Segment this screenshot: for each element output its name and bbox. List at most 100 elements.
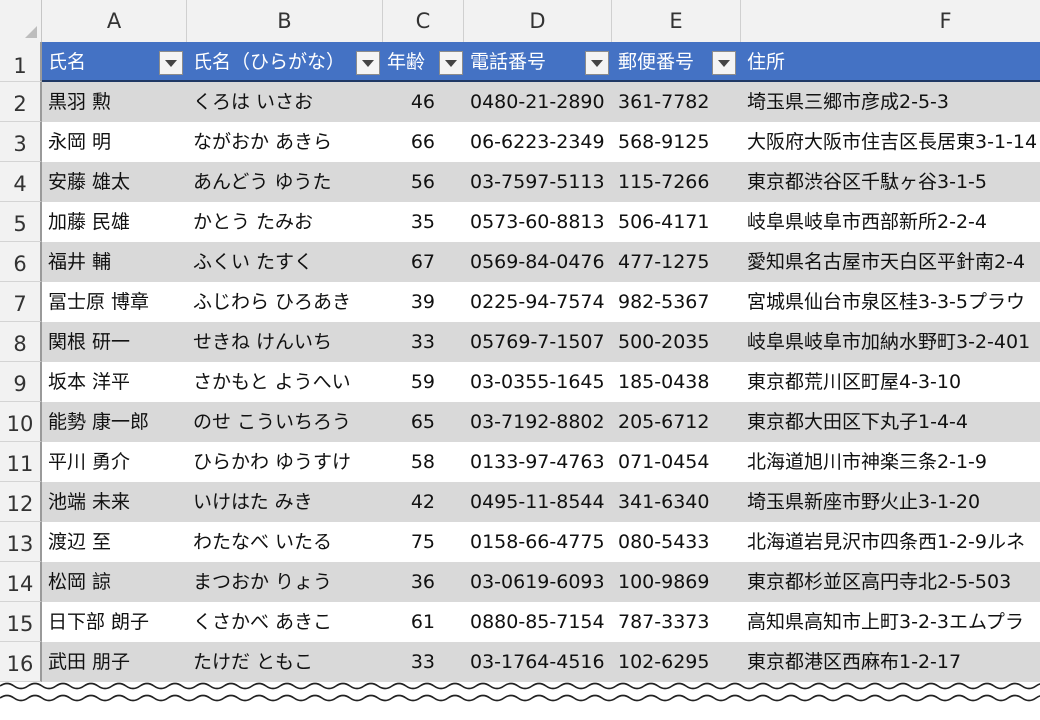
cell-postal[interactable]: 787-3373 (618, 602, 709, 642)
cell-address[interactable]: 埼玉県新座市野火止3-1-20 (747, 482, 980, 522)
cell-address[interactable]: 岐阜県岐阜市西部新所2-2-4 (747, 202, 987, 242)
cell-postal[interactable]: 080-5433 (618, 522, 709, 562)
cell-age[interactable]: 39 (387, 282, 435, 322)
cell-name[interactable]: 平川 勇介 (48, 442, 130, 482)
row-header[interactable]: 14 (0, 562, 42, 602)
cell-kana[interactable]: せきね けんいち (193, 322, 332, 362)
cell-kana[interactable]: あんどう ゆうた (193, 162, 331, 202)
cell-kana[interactable]: かとう たみお (193, 202, 313, 242)
cell-kana[interactable]: くさかべ あきこ (193, 602, 332, 642)
cell-phone[interactable]: 03-0355-1645 (470, 362, 605, 402)
cell-postal[interactable]: 115-7266 (618, 162, 709, 202)
filter-dropdown-age[interactable] (439, 51, 463, 75)
cell-address[interactable]: 北海道旭川市神楽三条2-1-9 (747, 442, 987, 482)
cell-kana[interactable]: さかもと ようへい (193, 362, 351, 402)
cell-age[interactable]: 65 (387, 402, 435, 442)
cell-name[interactable]: 坂本 洋平 (48, 362, 130, 402)
cell-age[interactable]: 58 (387, 442, 435, 482)
cell-address[interactable]: 東京都渋谷区千駄ヶ谷3-1-5 (747, 162, 987, 202)
row-header[interactable]: 15 (0, 602, 42, 642)
cell-postal[interactable]: 982-5367 (618, 282, 709, 322)
row-header[interactable]: 9 (0, 362, 42, 402)
cell-phone[interactable]: 0569-84-0476 (470, 242, 605, 282)
column-header-d[interactable]: D (464, 0, 612, 42)
cell-address[interactable]: 岐阜県岐阜市加納水野町3-2-401 (747, 322, 1030, 362)
cell-address[interactable]: 大阪府大阪市住吉区長居東3-1-14 (747, 122, 1037, 162)
cell-kana[interactable]: ながおか あきら (193, 122, 332, 162)
filter-dropdown-phone[interactable] (585, 51, 609, 75)
cell-age[interactable]: 59 (387, 362, 435, 402)
cell-address[interactable]: 東京都杉並区高円寺北2-5-503 (747, 562, 1011, 602)
cell-age[interactable]: 66 (387, 122, 435, 162)
cell-address[interactable]: 高知県高知市上町3-2-3エムプラ (747, 602, 1024, 642)
cell-name[interactable]: 加藤 民雄 (48, 202, 130, 242)
cell-phone[interactable]: 0480-21-2890 (470, 82, 605, 122)
cell-postal[interactable]: 205-6712 (618, 402, 709, 442)
row-header[interactable]: 4 (0, 162, 42, 202)
select-all-corner[interactable] (0, 0, 42, 42)
cell-kana[interactable]: ひらかわ ゆうすけ (193, 442, 351, 482)
cell-name[interactable]: 日下部 朗子 (48, 602, 149, 642)
cell-kana[interactable]: まつおか りょう (193, 562, 332, 602)
filter-dropdown-postal[interactable] (712, 51, 736, 75)
row-header[interactable]: 8 (0, 322, 42, 362)
row-header[interactable]: 2 (0, 82, 42, 122)
cell-age[interactable]: 46 (387, 82, 435, 122)
cell-name[interactable]: 永岡 明 (48, 122, 111, 162)
cell-name[interactable]: 渡辺 至 (48, 522, 111, 562)
cell-name[interactable]: 能勢 康一郎 (48, 402, 149, 442)
cell-postal[interactable]: 100-9869 (618, 562, 709, 602)
cell-postal[interactable]: 500-2035 (618, 322, 709, 362)
cell-address[interactable]: 愛知県名古屋市天白区平針南2-4 (747, 242, 1025, 282)
cell-phone[interactable]: 05769-7-1507 (470, 322, 605, 362)
cell-name[interactable]: 松岡 諒 (48, 562, 111, 602)
row-header[interactable]: 12 (0, 482, 42, 522)
cell-name[interactable]: 安藤 雄太 (48, 162, 130, 202)
cell-postal[interactable]: 568-9125 (618, 122, 709, 162)
cell-address[interactable]: 北海道岩見沢市四条西1-2-9ルネ (747, 522, 1025, 562)
cell-age[interactable]: 36 (387, 562, 435, 602)
cell-phone[interactable]: 03-0619-6093 (470, 562, 605, 602)
row-header[interactable]: 11 (0, 442, 42, 482)
cell-phone[interactable]: 0225-94-7574 (470, 282, 605, 322)
cell-age[interactable]: 33 (387, 322, 435, 362)
cell-kana[interactable]: ふじわら ひろあき (193, 282, 351, 322)
cell-kana[interactable]: わたなべ いたる (193, 522, 332, 562)
cell-name[interactable]: 福井 輔 (48, 242, 111, 282)
cell-kana[interactable]: くろは いさお (193, 82, 313, 122)
cell-name[interactable]: 関根 研一 (48, 322, 130, 362)
cell-kana[interactable]: のせ こういちろう (193, 402, 351, 442)
filter-dropdown-kana[interactable] (356, 51, 380, 75)
cell-kana[interactable]: ふくい たすく (193, 242, 313, 282)
cell-postal[interactable]: 506-4171 (618, 202, 709, 242)
column-header-b[interactable]: B (187, 0, 383, 42)
row-header[interactable]: 13 (0, 522, 42, 562)
column-header-a[interactable]: A (42, 0, 187, 42)
cell-phone[interactable]: 06-6223-2349 (470, 122, 605, 162)
cell-phone[interactable]: 0133-97-4763 (470, 442, 605, 482)
cell-kana[interactable]: いけはた みき (193, 482, 313, 522)
cell-address[interactable]: 埼玉県三郷市彦成2-5-3 (747, 82, 949, 122)
cell-postal[interactable]: 185-0438 (618, 362, 709, 402)
cell-name[interactable]: 池端 未来 (48, 482, 130, 522)
column-header-f[interactable]: F (741, 0, 1040, 42)
cell-address[interactable]: 東京都荒川区町屋4-3-10 (747, 362, 961, 402)
cell-address[interactable]: 東京都大田区下丸子1-4-4 (747, 402, 968, 442)
cell-age[interactable]: 42 (387, 482, 435, 522)
cell-postal[interactable]: 477-1275 (618, 242, 709, 282)
cell-age[interactable]: 61 (387, 602, 435, 642)
cell-phone[interactable]: 0495-11-8544 (470, 482, 605, 522)
cell-phone[interactable]: 03-7192-8802 (470, 402, 605, 442)
cell-phone[interactable]: 0158-66-4775 (470, 522, 605, 562)
cell-postal[interactable]: 341-6340 (618, 482, 709, 522)
cell-age[interactable]: 35 (387, 202, 435, 242)
cell-age[interactable]: 67 (387, 242, 435, 282)
cell-address[interactable]: 宮城県仙台市泉区桂3-3-5プラウ (747, 282, 1025, 322)
column-header-c[interactable]: C (383, 0, 464, 42)
row-header[interactable]: 10 (0, 402, 42, 442)
cell-name[interactable]: 黒羽 勲 (48, 82, 111, 122)
cell-name[interactable]: 冨士原 博章 (48, 282, 149, 322)
cell-phone[interactable]: 03-7597-5113 (470, 162, 605, 202)
filter-dropdown-name[interactable] (159, 51, 183, 75)
cell-age[interactable]: 75 (387, 522, 435, 562)
